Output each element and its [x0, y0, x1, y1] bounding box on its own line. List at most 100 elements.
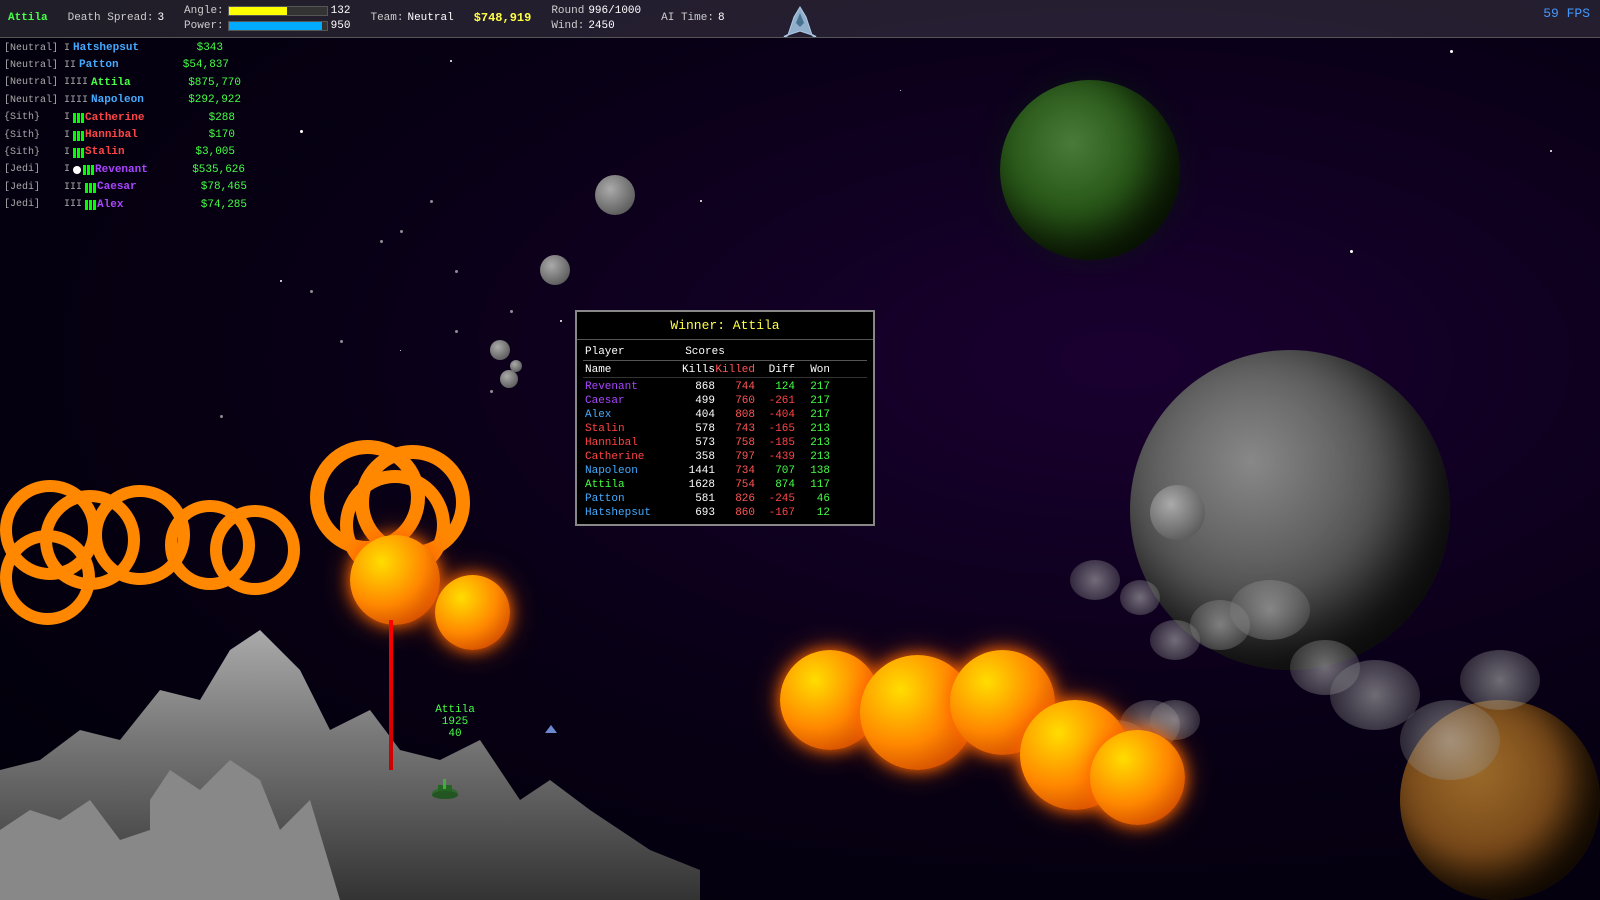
- orb-1: [350, 535, 440, 625]
- player-name: Alex: [97, 198, 177, 213]
- score-kills: 404: [675, 409, 715, 421]
- health-bar-pip: [85, 183, 88, 193]
- score-kills: 573: [675, 437, 715, 449]
- sparkle-8: [220, 415, 223, 418]
- player-name: Stalin: [85, 145, 165, 160]
- player-list-item: [Neutral] IIII Attila $875,770: [0, 75, 260, 92]
- score-player-name: Stalin: [585, 423, 675, 435]
- score-won: 138: [795, 465, 830, 477]
- player-team: {Sith}: [4, 146, 64, 160]
- moon-small-2: [540, 255, 570, 285]
- score-won: 12: [795, 507, 830, 519]
- orb-2: [435, 575, 510, 650]
- col-header-killed: [815, 346, 855, 358]
- score-diff: -439: [755, 451, 795, 463]
- hud-player-name: Attila: [8, 11, 48, 25]
- team-value: Neutral: [407, 11, 453, 25]
- hud-money-section: $748,919: [474, 11, 532, 27]
- score-kills: 1628: [675, 479, 715, 491]
- score-player-name: Caesar: [585, 395, 675, 407]
- debris-1: [500, 370, 518, 388]
- health-bar-pip: [87, 165, 90, 175]
- score-won: 117: [795, 479, 830, 491]
- score-data-row: Napoleon 1441 734 707 138: [583, 464, 867, 478]
- player-team: [Neutral]: [4, 59, 64, 73]
- score-data-row: Alex 404 808 -404 217: [583, 408, 867, 422]
- player-list-item: {Sith} I Stalin $3,005: [0, 144, 260, 161]
- moon-small-3: [490, 340, 510, 360]
- player-list-item: {Sith} I Hannibal $170: [0, 127, 260, 144]
- health-bar-pip: [93, 183, 96, 193]
- hud-bar: Attila Death Spread: 3 Angle: 132 Power:…: [0, 0, 1600, 38]
- player-score: $78,465: [177, 180, 247, 195]
- health-bar-pip: [81, 113, 84, 123]
- score-diff: -167: [755, 507, 795, 519]
- score-killed: 758: [715, 437, 755, 449]
- sparkle-3: [490, 390, 493, 393]
- col-sub-killed: Killed: [715, 364, 755, 376]
- health-bar-pip: [89, 200, 92, 210]
- player-score: $875,770: [171, 76, 241, 91]
- score-killed: 808: [715, 409, 755, 421]
- score-killed: 797: [715, 451, 755, 463]
- score-data-row: Hannibal 573 758 -185 213: [583, 436, 867, 450]
- planet-green: [1000, 80, 1180, 260]
- player-rank: I: [64, 111, 70, 125]
- score-killed: 734: [715, 465, 755, 477]
- death-spread-value: 3: [157, 11, 164, 25]
- score-kills: 499: [675, 395, 715, 407]
- moon-small-1: [595, 175, 635, 215]
- hud-ai-section: AI Time: 8: [661, 11, 724, 25]
- hud-team-section: Team: Neutral: [370, 11, 453, 25]
- score-kills: 578: [675, 423, 715, 435]
- score-diff: -261: [755, 395, 795, 407]
- power-bar: [228, 21, 328, 31]
- star: [1350, 250, 1353, 253]
- score-player-name: Catherine: [585, 451, 675, 463]
- player-rank: I: [64, 163, 70, 177]
- score-data-row: Caesar 499 760 -261 217: [583, 394, 867, 408]
- player-list: [Neutral] I Hatshepsut $343 [Neutral] II…: [0, 40, 260, 214]
- score-diff: 124: [755, 381, 795, 393]
- score-diff: 707: [755, 465, 795, 477]
- score-data-row: Stalin 578 743 -165 213: [583, 422, 867, 436]
- player-rank: I: [64, 146, 70, 160]
- wind-label: Wind:: [551, 19, 584, 33]
- score-data-row: Patton 581 826 -245 46: [583, 492, 867, 506]
- round-label: Round: [551, 4, 584, 18]
- score-diff: -404: [755, 409, 795, 421]
- score-kills: 693: [675, 507, 715, 519]
- orb-b5: [1090, 730, 1185, 825]
- score-data-row: Revenant 868 744 124 217: [583, 380, 867, 394]
- score-player-name: Napoleon: [585, 465, 675, 477]
- health-bar-pip: [85, 200, 88, 210]
- player-name: Catherine: [85, 111, 165, 126]
- power-value: 950: [331, 19, 351, 33]
- star: [400, 350, 401, 351]
- star: [700, 200, 702, 202]
- player-team: [Jedi]: [4, 198, 64, 212]
- player-list-item: {Sith} I Catherine $288: [0, 110, 260, 127]
- smoke-8: [1070, 560, 1120, 600]
- score-killed: 760: [715, 395, 755, 407]
- hud-player-section: Attila: [8, 11, 48, 25]
- player-team: [Neutral]: [4, 94, 64, 108]
- score-rows: Revenant 868 744 124 217 Caesar 499 760 …: [583, 380, 867, 520]
- round-value: 996/1000: [588, 4, 641, 18]
- col-header-player: Player: [585, 346, 675, 358]
- score-data-row: Catherine 358 797 -439 213: [583, 450, 867, 464]
- angle-label: Angle:: [184, 4, 224, 18]
- score-diff: 874: [755, 479, 795, 491]
- smoke-2: [1230, 580, 1310, 640]
- beam: [389, 620, 393, 770]
- player-list-item: [Jedi] I Revenant $535,626: [0, 162, 260, 179]
- debris-2: [510, 360, 522, 372]
- sparkle-4: [380, 240, 383, 243]
- score-panel-title: Winner: Attila: [577, 312, 873, 340]
- player-score: $54,837: [159, 58, 229, 73]
- score-won: 46: [795, 493, 830, 505]
- sparkle-5: [430, 200, 433, 203]
- sparkle-1: [400, 230, 403, 233]
- health-bar-pip: [77, 113, 80, 123]
- score-kills: 581: [675, 493, 715, 505]
